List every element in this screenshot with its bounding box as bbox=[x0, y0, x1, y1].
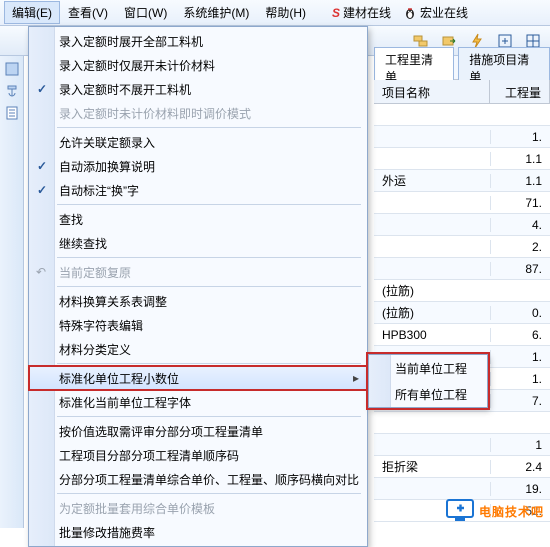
table-header: 项目名称 工程量 bbox=[374, 80, 550, 104]
cell-value: 7. bbox=[490, 394, 550, 408]
dd-allow-related[interactable]: 允许关联定额录入 bbox=[29, 130, 367, 154]
separator bbox=[57, 127, 361, 128]
cell-value: 1. bbox=[490, 350, 550, 364]
cell-value: 2.4 bbox=[490, 460, 550, 474]
dd-expand-unpriced[interactable]: 录入定额时仅展开未计价材料 bbox=[29, 53, 367, 77]
check-icon: ✓ bbox=[37, 183, 47, 197]
check-icon: ✓ bbox=[37, 159, 47, 173]
decimal-submenu: 当前单位工程 所有单位工程 bbox=[368, 354, 488, 408]
table-row[interactable] bbox=[374, 104, 550, 126]
dd-find[interactable]: 查找 bbox=[29, 207, 367, 231]
table-row[interactable]: 外运1.1 bbox=[374, 170, 550, 192]
dd-restore-quota: ↶当前定额复原 bbox=[29, 260, 367, 284]
cell-value: 19. bbox=[490, 482, 550, 496]
table-row[interactable]: 87. bbox=[374, 258, 550, 280]
cell-name: (拉筋) bbox=[374, 304, 490, 321]
link-hongye[interactable]: 宏业在线 bbox=[397, 1, 474, 24]
menu-maintain[interactable]: 系统维护(M) bbox=[175, 1, 257, 24]
cell-value: 0. bbox=[490, 306, 550, 320]
dd-special-char[interactable]: 特殊字符表编辑 bbox=[29, 313, 367, 337]
dd-select-by-value[interactable]: 按价值选取需评审分部分项工程量清单 bbox=[29, 419, 367, 443]
s-icon: S bbox=[332, 6, 340, 20]
dd-batch-template: 为定额批量套用综合单价模板 bbox=[29, 496, 367, 520]
table-row[interactable]: 4. bbox=[374, 214, 550, 236]
separator bbox=[57, 257, 361, 258]
dd-auto-add-note[interactable]: ✓自动添加换算说明 bbox=[29, 154, 367, 178]
col-header-value[interactable]: 工程量 bbox=[490, 80, 550, 103]
col-header-name[interactable]: 项目名称 bbox=[374, 80, 490, 103]
cell-value: 1.1 bbox=[490, 152, 550, 166]
table-row[interactable] bbox=[374, 412, 550, 434]
edit-dropdown: 录入定额时展开全部工料机 录入定额时仅展开未计价材料 ✓录入定额时不展开工料机 … bbox=[28, 26, 368, 547]
menu-help[interactable]: 帮助(H) bbox=[257, 1, 314, 24]
cell-value: 1 bbox=[490, 438, 550, 452]
sidebar-anchor-icon[interactable] bbox=[5, 84, 19, 98]
cell-value: 6. bbox=[490, 328, 550, 342]
dd-expand-all[interactable]: 录入定额时展开全部工料机 bbox=[29, 29, 367, 53]
dd-realtime-price: 录入定额时未计价材料即时调价模式 bbox=[29, 101, 367, 125]
undo-icon: ↶ bbox=[36, 265, 46, 279]
dd-standardize-decimal[interactable]: 标准化单位工程小数位▸ bbox=[29, 366, 367, 390]
dd-find-next[interactable]: 继续查找 bbox=[29, 231, 367, 255]
penguin-icon bbox=[403, 6, 417, 20]
cell-name: HPB300 bbox=[374, 328, 490, 342]
cell-value: 87. bbox=[490, 262, 550, 276]
menu-window[interactable]: 窗口(W) bbox=[116, 1, 175, 24]
dd-material-relation[interactable]: 材料换算关系表调整 bbox=[29, 289, 367, 313]
table-body: 1.1.1外运1.171.4.2.87.(拉筋)(拉筋)0.HPB3006.HR… bbox=[374, 104, 550, 528]
dd-auto-mark-replace[interactable]: ✓自动标注“换”字 bbox=[29, 178, 367, 202]
separator bbox=[57, 363, 361, 364]
cell-value: 1. bbox=[490, 372, 550, 386]
table-row[interactable]: 1 bbox=[374, 434, 550, 456]
table-row[interactable]: 2. bbox=[374, 236, 550, 258]
watermark: 电脑技术吧 bbox=[445, 498, 544, 524]
submenu-all-units[interactable]: 所有单位工程 bbox=[369, 381, 487, 407]
separator bbox=[57, 493, 361, 494]
menu-view[interactable]: 查看(V) bbox=[60, 1, 116, 24]
sidebar bbox=[0, 56, 24, 528]
table-row[interactable]: HPB3006. bbox=[374, 324, 550, 346]
cell-value: 1.1 bbox=[490, 174, 550, 188]
separator bbox=[57, 416, 361, 417]
dd-horizontal-compare[interactable]: 分部分项工程量清单综合单价、工程量、顺序码横向对比 bbox=[29, 467, 367, 491]
cell-value: 4. bbox=[490, 218, 550, 232]
separator bbox=[57, 286, 361, 287]
submenu-arrow-icon: ▸ bbox=[353, 371, 359, 385]
sidebar-sheet-icon[interactable] bbox=[5, 106, 19, 120]
table-row[interactable]: 71. bbox=[374, 192, 550, 214]
separator bbox=[57, 204, 361, 205]
cell-value: 71. bbox=[490, 196, 550, 210]
dd-no-expand[interactable]: ✓录入定额时不展开工料机 bbox=[29, 77, 367, 101]
table-row[interactable]: (拉筋)0. bbox=[374, 302, 550, 324]
table-row[interactable]: 1. bbox=[374, 126, 550, 148]
dd-standardize-font[interactable]: 标准化当前单位工程字体 bbox=[29, 390, 367, 414]
table-row[interactable]: 19. bbox=[374, 478, 550, 500]
cell-name: 外运 bbox=[374, 172, 490, 189]
cell-name: 拒折梁 bbox=[374, 458, 490, 475]
dd-material-category[interactable]: 材料分类定义 bbox=[29, 337, 367, 361]
cell-value: 1. bbox=[490, 130, 550, 144]
menu-edit[interactable]: 编辑(E) bbox=[4, 1, 60, 24]
cell-name: (拉筋) bbox=[374, 282, 490, 299]
table-row[interactable]: (拉筋) bbox=[374, 280, 550, 302]
cell-value: 2. bbox=[490, 240, 550, 254]
table-row[interactable]: 1.1 bbox=[374, 148, 550, 170]
dd-project-sequence[interactable]: 工程项目分部分项工程清单顺序码 bbox=[29, 443, 367, 467]
link-building-materials[interactable]: S 建材在线 bbox=[326, 1, 397, 24]
dd-batch-modify-rate[interactable]: 批量修改措施费率 bbox=[29, 520, 367, 544]
submenu-current-unit[interactable]: 当前单位工程 bbox=[369, 355, 487, 381]
monitor-icon bbox=[445, 498, 475, 524]
table-row[interactable]: 拒折梁2.4 bbox=[374, 456, 550, 478]
menubar: 编辑(E) 查看(V) 窗口(W) 系统维护(M) 帮助(H) S 建材在线 宏… bbox=[0, 0, 550, 26]
sidebar-panel-icon[interactable] bbox=[5, 62, 19, 76]
check-icon: ✓ bbox=[37, 82, 47, 96]
